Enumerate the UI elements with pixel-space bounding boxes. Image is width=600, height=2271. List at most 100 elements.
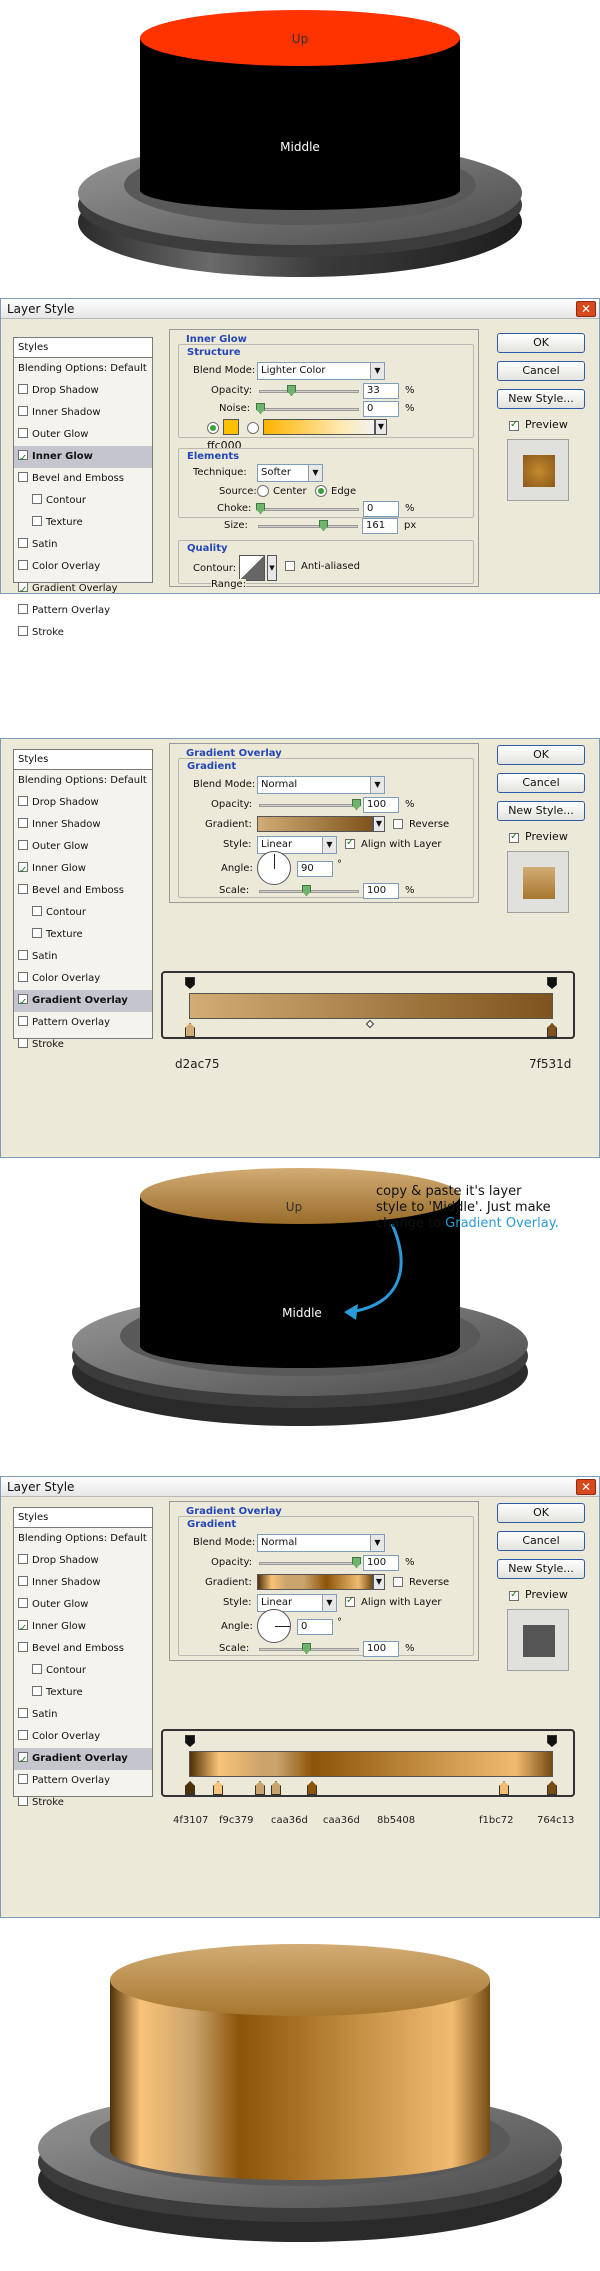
style-item-blending-options[interactable]: Blending Options: Default bbox=[14, 1528, 152, 1550]
checkbox[interactable] bbox=[18, 1038, 28, 1048]
style-item-stroke[interactable]: Stroke bbox=[14, 1792, 152, 1814]
opacity-field[interactable]: 100 bbox=[363, 1555, 399, 1571]
opacity-stop-right[interactable] bbox=[547, 1735, 557, 1747]
slider-thumb[interactable] bbox=[352, 1557, 361, 1568]
blend-mode-select[interactable]: Lighter Color ▼ bbox=[257, 362, 385, 380]
opacity-slider[interactable] bbox=[259, 799, 361, 810]
styles-header[interactable]: Styles bbox=[14, 1508, 152, 1528]
checkbox[interactable] bbox=[32, 928, 42, 938]
style-item-inner-shadow[interactable]: Inner Shadow bbox=[14, 402, 152, 424]
color-stop[interactable] bbox=[185, 1023, 195, 1037]
choke-field[interactable]: 0 bbox=[363, 501, 399, 517]
contour-picker[interactable] bbox=[239, 555, 265, 581]
style-item-contour[interactable]: Contour bbox=[14, 490, 152, 512]
color-stop[interactable] bbox=[547, 1023, 557, 1037]
style-item-inner-glow[interactable]: Inner Glow bbox=[14, 446, 152, 470]
checkbox[interactable] bbox=[18, 1576, 28, 1586]
chevron-down-icon[interactable]: ▼ bbox=[373, 816, 385, 832]
style-item-satin[interactable]: Satin bbox=[14, 946, 152, 968]
slider-thumb[interactable] bbox=[352, 799, 361, 810]
solid-color-radio[interactable] bbox=[207, 422, 219, 434]
style-item-bevel-emboss[interactable]: Bevel and Emboss bbox=[14, 468, 152, 490]
checkbox[interactable] bbox=[18, 1750, 28, 1772]
style-item-outer-glow[interactable]: Outer Glow bbox=[14, 424, 152, 446]
style-item-inner-shadow[interactable]: Inner Shadow bbox=[14, 1572, 152, 1594]
opacity-field[interactable]: 33 bbox=[363, 383, 399, 399]
cancel-button[interactable]: Cancel bbox=[497, 361, 585, 381]
style-item-color-overlay[interactable]: Color Overlay bbox=[14, 556, 152, 578]
close-button[interactable]: ✕ bbox=[576, 301, 596, 317]
noise-slider[interactable] bbox=[256, 403, 359, 414]
color-stop[interactable] bbox=[547, 1781, 557, 1795]
midpoint-diamond[interactable] bbox=[365, 1019, 375, 1029]
styles-header[interactable]: Styles bbox=[14, 338, 152, 358]
anti-aliased-checkbox[interactable] bbox=[285, 561, 295, 571]
gradient-swatch[interactable] bbox=[257, 816, 373, 832]
gradient-picker[interactable] bbox=[263, 419, 375, 435]
style-item-satin[interactable]: Satin bbox=[14, 534, 152, 556]
opacity-field[interactable]: 100 bbox=[363, 797, 399, 813]
checkbox[interactable] bbox=[18, 604, 28, 614]
blend-mode-select[interactable]: Normal ▼ bbox=[257, 1534, 385, 1552]
align-checkbox[interactable] bbox=[345, 837, 355, 849]
checkbox[interactable] bbox=[18, 950, 28, 960]
checkbox[interactable] bbox=[18, 1730, 28, 1740]
style-item-color-overlay[interactable]: Color Overlay bbox=[14, 1726, 152, 1748]
checkbox[interactable] bbox=[18, 384, 28, 394]
choke-slider[interactable] bbox=[256, 503, 359, 514]
style-item-pattern-overlay[interactable]: Pattern Overlay bbox=[14, 1012, 152, 1034]
checkbox[interactable] bbox=[18, 560, 28, 570]
close-button[interactable]: ✕ bbox=[576, 1479, 596, 1495]
opacity-stop-left[interactable] bbox=[185, 977, 195, 989]
technique-select[interactable]: Softer ▼ bbox=[257, 464, 323, 482]
checkbox[interactable] bbox=[18, 818, 28, 828]
slider-thumb[interactable] bbox=[256, 503, 265, 514]
checkbox[interactable] bbox=[32, 1686, 42, 1696]
checkbox[interactable] bbox=[18, 406, 28, 416]
checkbox[interactable] bbox=[18, 1774, 28, 1784]
source-center-radio[interactable] bbox=[257, 485, 269, 497]
style-item-outer-glow[interactable]: Outer Glow bbox=[14, 836, 152, 858]
size-slider[interactable] bbox=[258, 520, 358, 531]
scale-slider[interactable] bbox=[259, 885, 359, 896]
new-style-button[interactable]: New Style... bbox=[497, 389, 585, 409]
checkbox[interactable] bbox=[18, 796, 28, 806]
reverse-checkbox[interactable] bbox=[393, 819, 403, 829]
gradient-radio[interactable] bbox=[247, 422, 259, 434]
preview-checkbox[interactable] bbox=[509, 419, 519, 431]
style-item-bevel-emboss[interactable]: Bevel and Emboss bbox=[14, 880, 152, 902]
slider-thumb[interactable] bbox=[302, 1643, 311, 1654]
checkbox[interactable] bbox=[32, 494, 42, 504]
style-item-drop-shadow[interactable]: Drop Shadow bbox=[14, 1550, 152, 1572]
style-item-inner-glow[interactable]: Inner Glow bbox=[14, 1616, 152, 1640]
preview-checkbox[interactable] bbox=[509, 1589, 519, 1601]
style-item-inner-glow[interactable]: Inner Glow bbox=[14, 858, 152, 882]
checkbox[interactable] bbox=[18, 1796, 28, 1806]
style-item-bevel-emboss[interactable]: Bevel and Emboss bbox=[14, 1638, 152, 1660]
style-item-drop-shadow[interactable]: Drop Shadow bbox=[14, 380, 152, 402]
checkbox[interactable] bbox=[18, 448, 28, 470]
color-swatch[interactable] bbox=[223, 419, 239, 435]
checkbox[interactable] bbox=[18, 1642, 28, 1652]
cancel-button[interactable]: Cancel bbox=[497, 773, 585, 793]
style-item-blending-options[interactable]: Blending Options: Default bbox=[14, 770, 152, 792]
source-edge-radio[interactable] bbox=[315, 485, 327, 497]
align-checkbox[interactable] bbox=[345, 1595, 355, 1607]
color-stop[interactable] bbox=[499, 1781, 509, 1795]
blend-mode-select[interactable]: Normal ▼ bbox=[257, 776, 385, 794]
preview-checkbox[interactable] bbox=[509, 831, 519, 843]
checkbox[interactable] bbox=[32, 906, 42, 916]
style-item-blending-options[interactable]: Blending Options: Default bbox=[14, 358, 152, 380]
checkbox[interactable] bbox=[18, 626, 28, 636]
new-style-button[interactable]: New Style... bbox=[497, 1559, 585, 1579]
opacity-slider[interactable] bbox=[259, 385, 359, 396]
checkbox[interactable] bbox=[18, 1708, 28, 1718]
gradient-bar[interactable] bbox=[189, 993, 553, 1019]
scale-field[interactable]: 100 bbox=[363, 1641, 399, 1657]
checkbox[interactable] bbox=[18, 884, 28, 894]
checkbox[interactable] bbox=[18, 992, 28, 1014]
checkbox[interactable] bbox=[18, 428, 28, 438]
style-item-texture[interactable]: Texture bbox=[14, 512, 152, 534]
checkbox[interactable] bbox=[32, 516, 42, 526]
angle-dial[interactable] bbox=[257, 1609, 291, 1643]
